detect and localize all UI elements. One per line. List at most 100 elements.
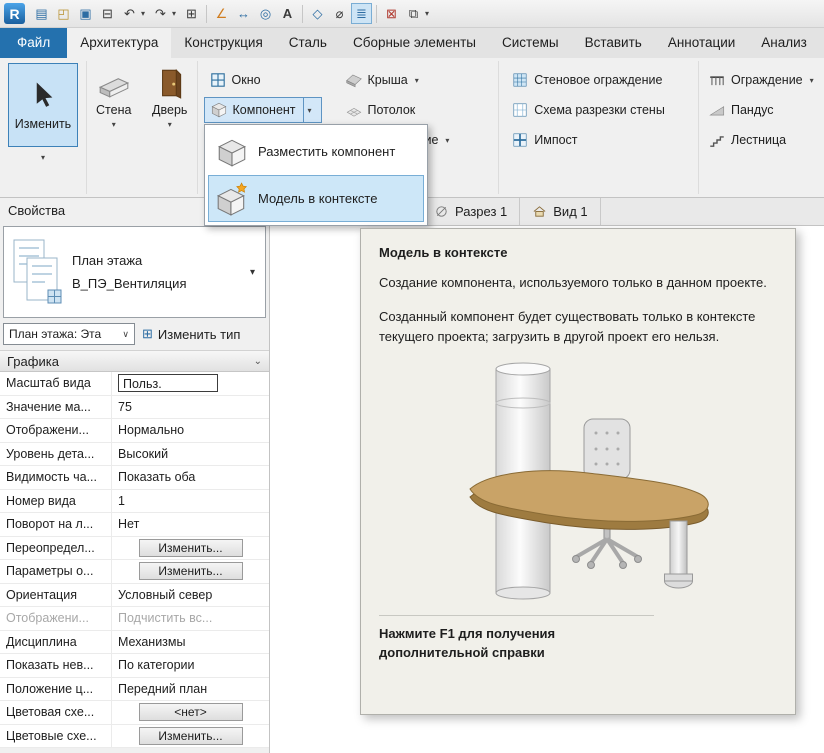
measure-icon[interactable] bbox=[211, 3, 232, 24]
close-hidden-windows-icon[interactable] bbox=[381, 3, 402, 24]
tab-precast[interactable]: Сборные элементы bbox=[340, 28, 489, 58]
tab-steel[interactable]: Сталь bbox=[276, 28, 340, 58]
component-dropdown-icon[interactable]: ▾ bbox=[303, 98, 316, 122]
ramp-button[interactable]: Пандус bbox=[703, 97, 779, 123]
menu-item-model-in-place[interactable]: Модель в контексте bbox=[208, 175, 424, 222]
window-label: Окно bbox=[232, 73, 261, 87]
undo-icon[interactable] bbox=[119, 3, 140, 24]
view-tab-3d1[interactable]: Вид 1 bbox=[520, 198, 600, 225]
redo-icon[interactable] bbox=[150, 3, 171, 24]
visibility-overrides-button[interactable]: Изменить... bbox=[139, 539, 243, 557]
color-scheme-button[interactable]: <нет> bbox=[139, 703, 243, 721]
window-button[interactable]: Окно bbox=[204, 67, 266, 93]
tag-icon[interactable] bbox=[255, 3, 276, 24]
system-color-schemes-button[interactable]: Изменить... bbox=[139, 727, 243, 745]
wall-dropdown-icon[interactable]: ▾ bbox=[112, 120, 116, 129]
detail-level-value[interactable]: Высокий bbox=[112, 443, 269, 466]
property-label: Дисциплина bbox=[0, 631, 112, 654]
tab-file[interactable]: Файл bbox=[0, 28, 67, 58]
tab-analyze[interactable]: Анализ bbox=[748, 28, 820, 58]
orientation-value[interactable]: Условный север bbox=[112, 584, 269, 607]
property-label: Ориентация bbox=[0, 584, 112, 607]
type-selector[interactable]: План этажа В_ПЭ_Вентиляция ▾ bbox=[3, 226, 266, 318]
tab-annotate[interactable]: Аннотации bbox=[655, 28, 748, 58]
thin-lines-icon[interactable] bbox=[351, 3, 372, 24]
default-3d-view-icon[interactable] bbox=[307, 3, 328, 24]
tab-structure[interactable]: Конструкция bbox=[171, 28, 275, 58]
color-scheme-location-value[interactable]: Передний план bbox=[112, 678, 269, 701]
switch-windows-icon[interactable] bbox=[403, 3, 424, 24]
curtain-grid-button[interactable]: Схема разрезки стены bbox=[506, 97, 670, 123]
door-dropdown-icon[interactable]: ▾ bbox=[168, 120, 172, 129]
menu-item-place-component[interactable]: Разместить компонент bbox=[208, 128, 424, 175]
tooltip-title: Модель в контексте bbox=[379, 243, 777, 263]
roof-dropdown-icon[interactable]: ▾ bbox=[415, 76, 419, 85]
tab-insert[interactable]: Вставить bbox=[572, 28, 655, 58]
show-hidden-lines-value[interactable]: По категории bbox=[112, 654, 269, 677]
tab-systems[interactable]: Системы bbox=[489, 28, 572, 58]
plot-icon[interactable] bbox=[181, 3, 202, 24]
property-label: Масштаб вида bbox=[0, 372, 112, 395]
redo-dropdown-icon[interactable] bbox=[172, 9, 180, 18]
type-name: В_ПЭ_Вентиляция bbox=[72, 276, 187, 291]
property-label: Поворот на л... bbox=[0, 513, 112, 536]
text-icon[interactable] bbox=[277, 3, 298, 24]
app-menu-icon[interactable] bbox=[31, 3, 52, 24]
edit-type-button[interactable]: ⊞ Изменить тип bbox=[142, 326, 240, 342]
mullion-button[interactable]: Импост bbox=[506, 127, 582, 153]
view-tab-section1[interactable]: Разрез 1 bbox=[422, 198, 520, 225]
section-view-icon bbox=[434, 204, 449, 219]
customize-toolbar-icon[interactable] bbox=[425, 9, 433, 18]
floor-dropdown-icon[interactable]: ▾ bbox=[445, 136, 449, 145]
aligned-dimension-icon[interactable] bbox=[233, 3, 254, 24]
property-label: Отображени... bbox=[0, 607, 112, 630]
scale-value[interactable]: 75 bbox=[112, 396, 269, 419]
stair-button[interactable]: Лестница bbox=[703, 127, 791, 153]
graphics-section-header[interactable]: Графика ⌄ bbox=[0, 350, 269, 372]
modify-button[interactable]: Изменить bbox=[8, 63, 78, 147]
roof-button[interactable]: Крыша ▾ bbox=[340, 67, 424, 93]
component-button[interactable]: Компонент ▾ bbox=[204, 97, 322, 123]
undo-dropdown-icon[interactable] bbox=[141, 9, 149, 18]
tab-architecture[interactable]: Архитектура bbox=[67, 28, 171, 58]
discipline-value[interactable]: Механизмы bbox=[112, 631, 269, 654]
wall-label: Стена bbox=[96, 103, 131, 117]
property-row-wall-join-display: Отображени... Подчистить вс... bbox=[0, 607, 269, 631]
modify-dropdown-icon[interactable]: ▾ bbox=[0, 153, 86, 162]
selected-type: План этажа В_ПЭ_Вентиляция bbox=[72, 253, 187, 291]
door-label: Дверь bbox=[152, 103, 187, 117]
railing-dropdown-icon[interactable]: ▾ bbox=[810, 76, 814, 85]
ceiling-button[interactable]: Потолок bbox=[340, 97, 421, 123]
tooltip-f1-hint: Нажмите F1 для получения дополнительной … bbox=[379, 615, 654, 663]
save-icon[interactable] bbox=[75, 3, 96, 24]
open-folder-icon[interactable] bbox=[53, 3, 74, 24]
ramp-icon bbox=[708, 101, 726, 119]
section-collapse-icon[interactable]: ⌄ bbox=[254, 356, 262, 367]
revit-logo[interactable]: R bbox=[4, 3, 25, 24]
view-number-value[interactable]: 1 bbox=[112, 490, 269, 513]
element-filter-combo[interactable]: План этажа: Эта ∨ bbox=[3, 323, 135, 345]
section-icon[interactable] bbox=[329, 3, 350, 24]
graphic-display-options-button[interactable]: Изменить... bbox=[139, 562, 243, 580]
property-row-view-number: Номер вида 1 bbox=[0, 490, 269, 514]
view-scale-input[interactable]: Польз. bbox=[118, 374, 218, 392]
component-dropdown-menu: Разместить компонент Модель в контексте bbox=[204, 124, 428, 226]
property-label: Переопредел... bbox=[0, 537, 112, 560]
property-row-overrides: Переопредел... Изменить... bbox=[0, 537, 269, 561]
railing-button[interactable]: Ограждение ▾ bbox=[703, 67, 819, 93]
parts-visibility-value[interactable]: Показать оба bbox=[112, 466, 269, 489]
property-label: Параметры о... bbox=[0, 560, 112, 583]
print-icon[interactable] bbox=[97, 3, 118, 24]
rotation-value[interactable]: Нет bbox=[112, 513, 269, 536]
toolbar-separator bbox=[376, 5, 377, 23]
door-button[interactable]: Дверь ▾ bbox=[146, 63, 194, 197]
wall-button[interactable]: Стена ▾ bbox=[90, 63, 138, 197]
edit-type-label: Изменить тип bbox=[158, 327, 241, 342]
window-icon bbox=[209, 71, 227, 89]
type-category: План этажа bbox=[72, 253, 187, 268]
curtain-system-button[interactable]: Стеновое ограждение bbox=[506, 67, 667, 93]
cursor-arrow-icon bbox=[28, 80, 58, 110]
type-selector-dropdown-icon[interactable]: ▾ bbox=[250, 267, 255, 278]
component-label: Компонент bbox=[233, 103, 296, 117]
display-model-value[interactable]: Нормально bbox=[112, 419, 269, 442]
